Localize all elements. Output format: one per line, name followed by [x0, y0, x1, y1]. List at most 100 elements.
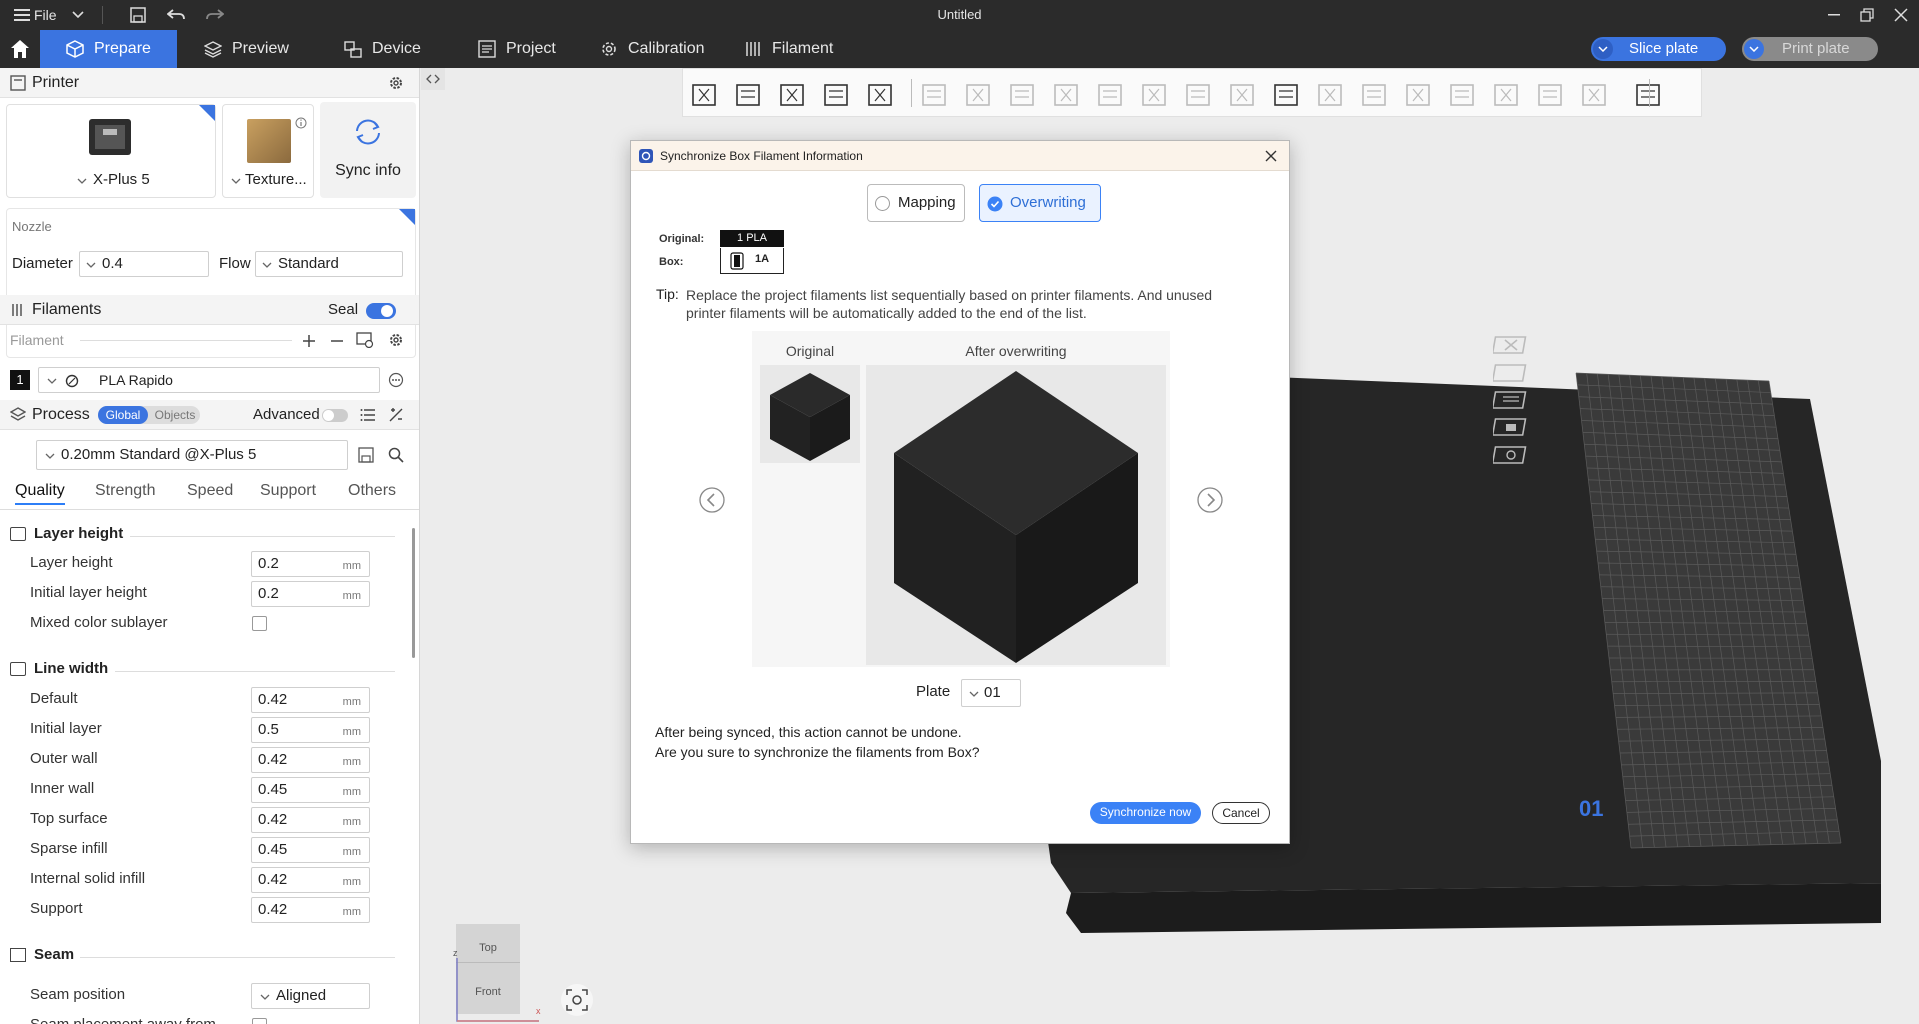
brim-icon[interactable]	[1491, 79, 1521, 109]
seam-away-checkbox[interactable]	[252, 1018, 267, 1024]
diameter-select[interactable]: 0.4	[79, 251, 209, 277]
list-icon[interactable]	[360, 408, 376, 422]
measure-icon[interactable]	[1315, 79, 1345, 109]
diameter-label: Diameter	[12, 255, 73, 272]
printer-card[interactable]: X-Plus 5	[6, 104, 216, 198]
tab-others[interactable]: Others	[348, 482, 396, 500]
next-plate-icon[interactable]	[1197, 487, 1223, 513]
print-plate-button[interactable]: Print plate	[1742, 37, 1878, 61]
gear-icon[interactable]	[388, 332, 404, 348]
line-width-input[interactable]: 0.42 mm	[251, 867, 370, 893]
info-icon[interactable]	[295, 117, 307, 129]
view-mode-icon[interactable]	[1633, 79, 1663, 109]
tab-prepare[interactable]: Prepare	[40, 30, 177, 68]
filament-row[interactable]: 1 PLA Rapido	[0, 366, 419, 396]
line-width-label: Initial layer	[30, 720, 102, 737]
tab-calibration[interactable]: Calibration	[586, 30, 736, 68]
add-plate-icon[interactable]	[733, 79, 763, 109]
delete-plate-icon[interactable]	[1493, 334, 1529, 356]
cancel-button[interactable]: Cancel	[1212, 802, 1270, 824]
support-paint-icon[interactable]	[1183, 79, 1213, 109]
compare-icon[interactable]	[388, 407, 404, 423]
line-width-input[interactable]: 0.45 mm	[251, 837, 370, 863]
mixed-color-sublayer-checkbox[interactable]	[252, 616, 267, 631]
add-object-icon[interactable]	[689, 79, 719, 109]
print-options-dropdown[interactable]	[1744, 39, 1764, 59]
line-width-input[interactable]: 0.42 mm	[251, 687, 370, 713]
mapping-option[interactable]: Mapping	[867, 184, 965, 222]
sync-info-button[interactable]: Sync info	[320, 102, 416, 198]
close-window-icon[interactable]	[1894, 8, 1908, 22]
mesh-repair-icon[interactable]	[1403, 79, 1433, 109]
flow-select[interactable]: Standard	[255, 251, 403, 277]
filament-sync-icon[interactable]	[356, 332, 374, 348]
tab-strength[interactable]: Strength	[95, 482, 155, 500]
minimize-icon[interactable]	[1828, 14, 1840, 16]
more-options-icon[interactable]	[388, 372, 404, 388]
overwriting-option[interactable]: Overwriting	[979, 184, 1101, 222]
plus-icon[interactable]	[302, 334, 316, 348]
seam-position-select[interactable]: Aligned	[251, 983, 370, 1009]
cut-icon[interactable]	[1095, 79, 1125, 109]
auto-orient-icon[interactable]	[777, 79, 807, 109]
line-width-input[interactable]: 0.5 mm	[251, 717, 370, 743]
color-paint-icon[interactable]	[1227, 79, 1257, 109]
assembly-icon[interactable]	[1359, 79, 1389, 109]
gear-icon[interactable]	[388, 75, 404, 91]
tab-speed[interactable]: Speed	[187, 482, 233, 500]
arrange-icon[interactable]	[821, 79, 851, 109]
arrange-plate-icon[interactable]	[1493, 362, 1529, 384]
home-button[interactable]	[0, 30, 40, 68]
collapse-panel-button[interactable]	[421, 68, 445, 90]
lay-flat-icon[interactable]	[1051, 79, 1081, 109]
plate-type-card[interactable]: Texture...	[222, 104, 314, 198]
objects-scope-option[interactable]: Objects	[150, 406, 200, 424]
split-layers-icon[interactable]	[865, 79, 895, 109]
group-title: Layer height	[34, 525, 124, 542]
line-width-input[interactable]: 0.42 mm	[251, 897, 370, 923]
orient-plate-icon[interactable]	[1493, 389, 1529, 411]
line-width-input[interactable]: 0.45 mm	[251, 777, 370, 803]
plate-label-icon[interactable]	[1535, 79, 1565, 109]
search-icon[interactable]	[388, 447, 404, 463]
tab-filament[interactable]: Filament	[730, 30, 870, 68]
synchronize-now-button[interactable]: Synchronize now	[1090, 802, 1201, 824]
restore-icon[interactable]	[1860, 8, 1874, 22]
line-width-input[interactable]: 0.42 mm	[251, 747, 370, 773]
slice-plate-button[interactable]: Slice plate	[1591, 37, 1726, 61]
rotate-icon[interactable]	[963, 79, 993, 109]
scale-icon[interactable]	[1007, 79, 1037, 109]
seam-icon	[10, 948, 26, 962]
tab-preview[interactable]: Preview	[190, 30, 320, 68]
seal-toggle[interactable]	[366, 303, 396, 319]
ruler-icon[interactable]	[1579, 79, 1609, 109]
minus-icon[interactable]	[330, 334, 344, 348]
reset-view-button[interactable]	[561, 984, 593, 1016]
text-icon[interactable]	[1271, 79, 1301, 109]
global-scope-option[interactable]: Global	[98, 406, 148, 424]
process-preset-select[interactable]: 0.20mm Standard @X-Plus 5	[36, 440, 348, 470]
close-icon[interactable]	[1265, 150, 1277, 162]
save-preset-icon[interactable]	[358, 447, 374, 463]
tab-quality[interactable]: Quality	[15, 482, 65, 505]
variable-layer-icon[interactable]	[1447, 79, 1477, 109]
slice-options-dropdown[interactable]	[1593, 39, 1613, 59]
tab-support[interactable]: Support	[260, 482, 316, 500]
layer-height-label: Layer height	[30, 554, 113, 571]
tab-device[interactable]: Device	[330, 30, 450, 68]
lock-plate-icon[interactable]	[1493, 416, 1529, 438]
previous-plate-icon[interactable]	[699, 487, 725, 513]
line-width-input[interactable]: 0.42 mm	[251, 807, 370, 833]
plate-select[interactable]: 01	[961, 679, 1021, 707]
tab-project[interactable]: Project	[464, 30, 584, 68]
move-icon[interactable]	[919, 79, 949, 109]
corner-marker	[199, 105, 215, 121]
scope-toggle[interactable]: Global Objects	[98, 406, 200, 424]
boolean-icon[interactable]	[1139, 79, 1169, 109]
advanced-toggle[interactable]	[322, 409, 348, 422]
scrollbar-thumb[interactable]	[412, 528, 415, 658]
initial-layer-height-input[interactable]: 0.2 mm	[251, 581, 370, 607]
plate-settings-icon[interactable]	[1493, 444, 1529, 466]
layer-height-input[interactable]: 0.2 mm	[251, 551, 370, 577]
filament-select[interactable]: PLA Rapido	[38, 367, 380, 393]
